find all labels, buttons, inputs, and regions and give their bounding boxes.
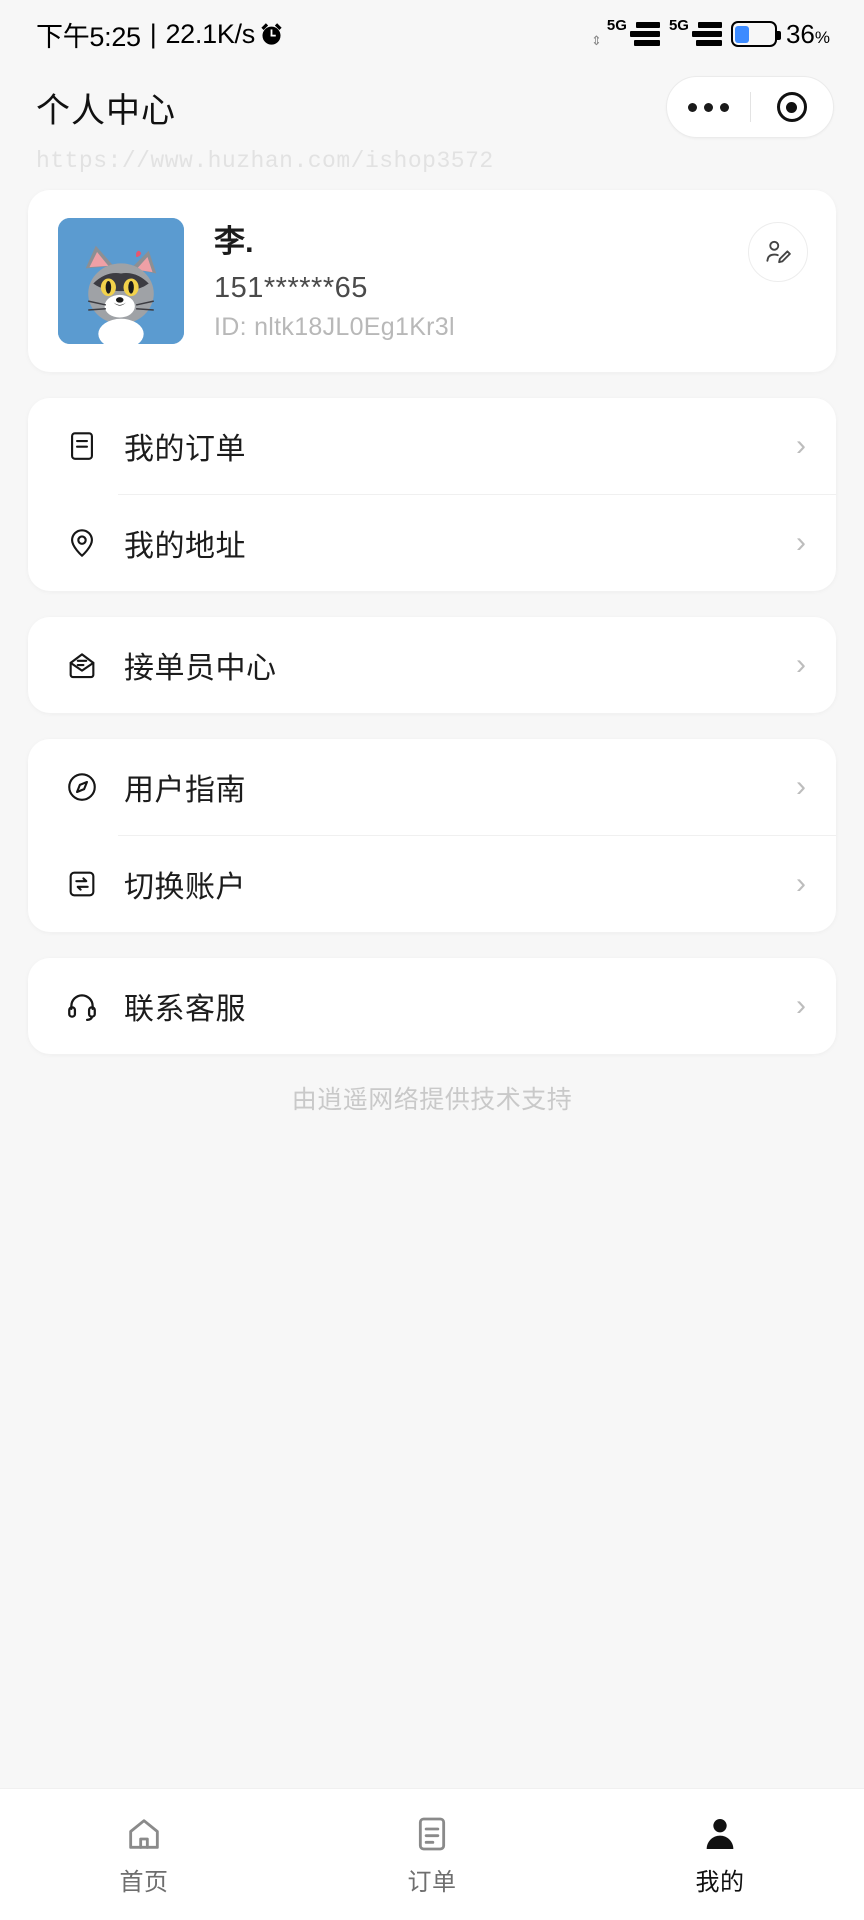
menu-item-label: 用户指南 — [124, 774, 246, 807]
chevron-right-icon: › — [796, 648, 806, 681]
avatar[interactable] — [58, 218, 184, 344]
signal-sim2-icon: 5G — [669, 18, 722, 46]
tab-label: 首页 — [119, 1869, 169, 1896]
headset-support-icon — [62, 986, 102, 1026]
profile-info: 李. 151******65 ID: nltk18JL0Eg1Kr3l — [214, 218, 806, 342]
orders-icon — [412, 1812, 452, 1854]
status-bar: 下午5:25 | 22.1K/s ⇕ 5G 5G 36% — [0, 0, 864, 68]
chevron-right-icon: › — [796, 526, 806, 559]
data-transfer-icon: ⇕ — [591, 33, 602, 48]
location-pin-icon — [62, 523, 102, 563]
inbox-envelope-icon — [62, 645, 102, 685]
status-bar-right: ⇕ 5G 5G 36% — [591, 18, 830, 50]
profile-name: 李. — [214, 224, 254, 259]
footer-note: 由逍遥网络提供技术支持 — [291, 1086, 573, 1114]
chevron-right-icon: › — [796, 429, 806, 462]
menu-item-label: 我的地址 — [124, 530, 246, 563]
watermark-url: https://www.huzhan.com/ishop3572 — [36, 148, 494, 174]
signal-sim1-icon: ⇕ 5G — [591, 18, 660, 48]
battery-percent: 36% — [786, 19, 830, 50]
page-title: 个人中心 — [36, 91, 176, 130]
tab-label: 我的 — [695, 1869, 745, 1896]
menu-item-headset-support[interactable]: 联系客服 › — [28, 958, 836, 1054]
chevron-right-icon: › — [796, 989, 806, 1022]
menu-item-label: 接单员中心 — [124, 652, 277, 685]
menu-item-label: 联系客服 — [124, 993, 246, 1026]
bottom-tab-bar: 首页 订单 我的 — [0, 1788, 864, 1920]
close-miniapp-button[interactable] — [751, 92, 834, 122]
profile-person-icon — [700, 1812, 740, 1854]
menu-card: 用户指南 › 切换账户 › — [28, 739, 836, 932]
menu-card: 联系客服 › — [28, 958, 836, 1054]
tab-label: 订单 — [407, 1869, 457, 1896]
menu-groups: 我的订单 › 我的地址 › 接单员中心 › 用户指南 › 切换账户 › 联系客服 › — [0, 398, 864, 1054]
page-header: 个人中心 — [0, 68, 864, 146]
menu-card: 我的订单 › 我的地址 › — [28, 398, 836, 591]
profile-card[interactable]: 李. 151******65 ID: nltk18JL0Eg1Kr3l — [28, 190, 836, 372]
battery-icon — [730, 21, 781, 47]
compass-guide-icon — [62, 767, 102, 807]
tab-profile-person[interactable]: 我的 — [576, 1812, 864, 1897]
edit-profile-button[interactable] — [748, 222, 808, 282]
more-dots-icon — [687, 102, 729, 112]
target-circle-icon — [776, 92, 807, 122]
menu-item-compass-guide[interactable]: 用户指南 › — [28, 739, 836, 835]
status-separator: | — [149, 18, 157, 49]
order-list-icon — [62, 426, 102, 466]
tab-orders[interactable]: 订单 — [288, 1812, 576, 1897]
menu-item-label: 切换账户 — [124, 871, 246, 904]
status-time: 下午5:25 — [36, 21, 141, 52]
battery-percent-symbol: % — [814, 27, 830, 47]
status-bar-left: 下午5:25 | 22.1K/s — [36, 15, 285, 54]
battery-percent-value: 36 — [785, 18, 815, 49]
switch-account-icon — [62, 864, 102, 904]
menu-item-inbox-envelope[interactable]: 接单员中心 › — [28, 617, 836, 713]
menu-item-label: 我的订单 — [124, 433, 246, 466]
edit-profile-icon — [766, 240, 791, 264]
menu-item-location-pin[interactable]: 我的地址 › — [28, 495, 836, 591]
tab-home[interactable]: 首页 — [0, 1812, 288, 1897]
cat-avatar-image — [58, 218, 184, 344]
chevron-right-icon: › — [796, 770, 806, 803]
chevron-right-icon: › — [796, 867, 806, 900]
app-screen: 下午5:25 | 22.1K/s ⇕ 5G 5G 36% 个人中心 https:… — [0, 0, 864, 1920]
network-speed: 22.1K/s — [165, 18, 255, 49]
alarm-icon — [258, 21, 285, 48]
sim2-network-label: 5G — [668, 17, 689, 34]
menu-item-switch-account[interactable]: 切换账户 › — [28, 836, 836, 932]
profile-id: ID: nltk18JL0Eg1Kr3l — [214, 312, 455, 341]
menu-item-order-list[interactable]: 我的订单 › — [28, 398, 836, 494]
sim1-bars — [629, 22, 660, 46]
sim2-bars — [691, 22, 722, 46]
menu-card: 接单员中心 › — [28, 617, 836, 713]
miniapp-capsule[interactable] — [666, 76, 834, 138]
home-icon — [124, 1812, 164, 1854]
more-menu-button[interactable] — [667, 102, 750, 112]
sim1-network-label: 5G — [606, 17, 627, 34]
profile-phone: 151******65 — [214, 271, 368, 304]
